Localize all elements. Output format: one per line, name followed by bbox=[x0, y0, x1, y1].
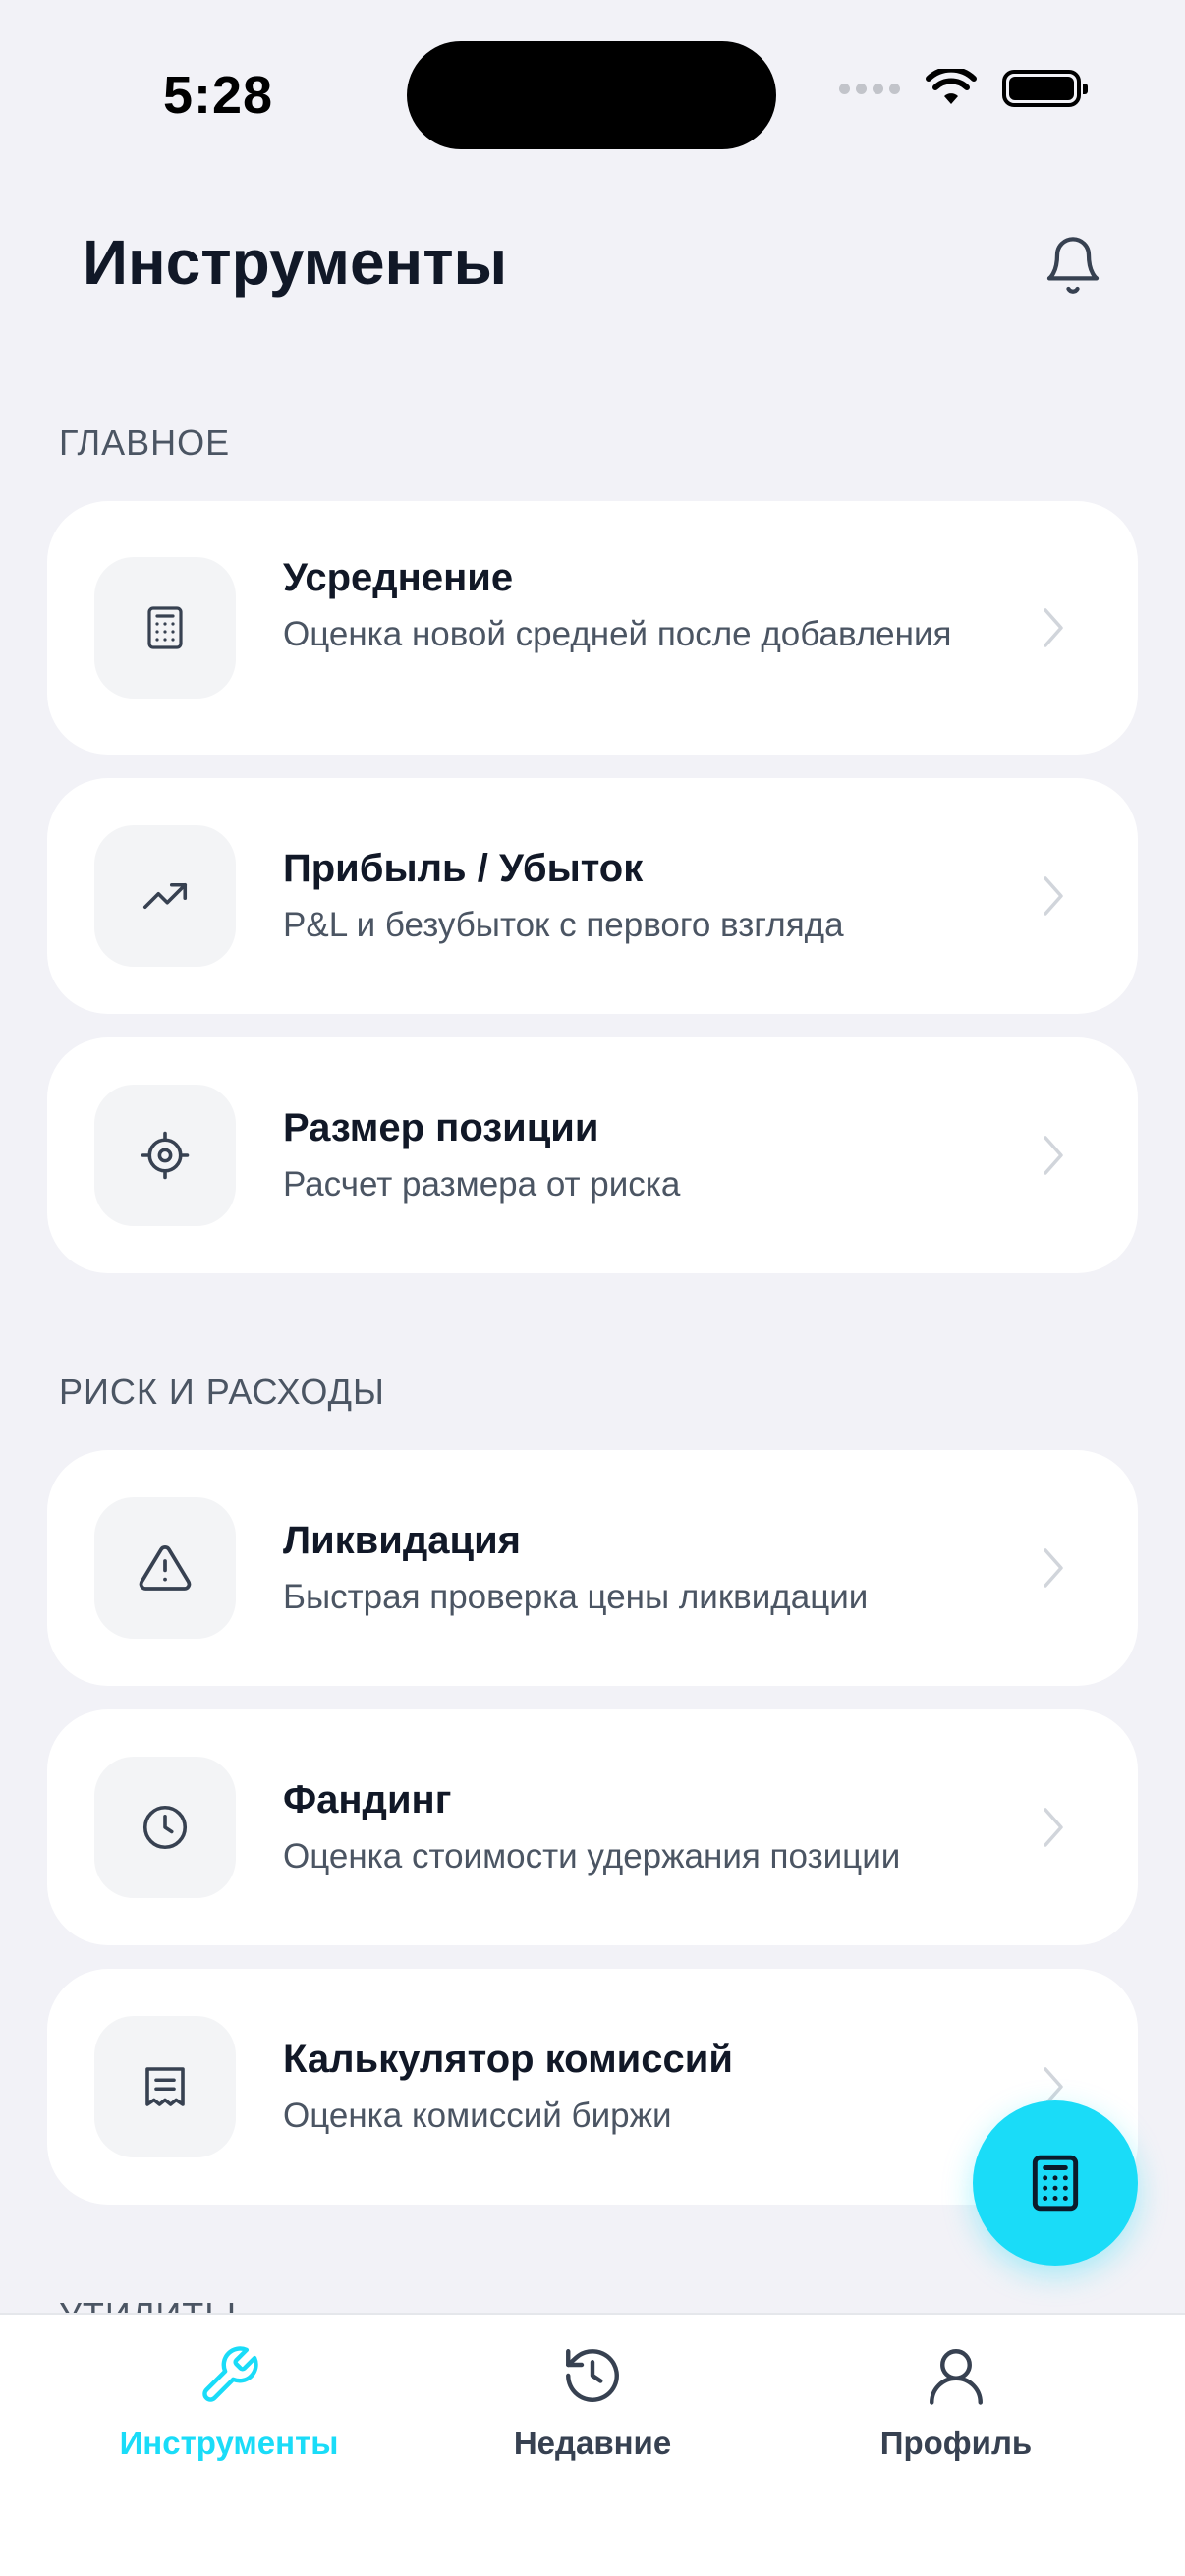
tab-profile[interactable]: Профиль bbox=[809, 2340, 1103, 2478]
clock-icon bbox=[94, 1757, 236, 1898]
warning-triangle-icon bbox=[94, 1497, 236, 1639]
history-icon bbox=[557, 2340, 628, 2411]
wrench-icon bbox=[194, 2340, 264, 2411]
notifications-button[interactable] bbox=[1038, 230, 1108, 301]
tools-screen: 5:28 Инструменты ГЛАВНОЕ Усреднение Оцен… bbox=[0, 0, 1185, 2576]
card-title: Ликвидация bbox=[283, 1519, 522, 1562]
card-title: Размер позиции bbox=[283, 1106, 599, 1149]
tool-card-position-size[interactable]: Размер позиции Расчет размера от риска bbox=[47, 1037, 1138, 1273]
card-title: Калькулятор комиссий bbox=[283, 2038, 733, 2081]
tab-tools[interactable]: Инструменты bbox=[82, 2340, 376, 2478]
chevron-right-icon bbox=[1034, 1131, 1073, 1180]
card-text: Ликвидация Быстрая проверка цены ликвида… bbox=[283, 1513, 1000, 1621]
section-label-risk: РИСК И РАСХОДЫ bbox=[59, 1372, 385, 1412]
calculator-fab-button[interactable] bbox=[973, 2100, 1138, 2266]
card-title: Фандинг bbox=[283, 1778, 452, 1821]
cellular-signal-icon bbox=[839, 83, 900, 94]
card-text: Калькулятор комиссий Оценка комиссий бир… bbox=[283, 2032, 1000, 2140]
tool-card-averaging[interactable]: Усреднение Оценка новой средней после до… bbox=[47, 501, 1138, 755]
section-label-main: ГЛАВНОЕ bbox=[59, 422, 231, 463]
card-description: Оценка комиссий биржи bbox=[283, 2097, 672, 2135]
wifi-icon bbox=[926, 69, 977, 104]
dynamic-island bbox=[407, 41, 776, 149]
card-text: Прибыль / Убыток P&L и безубыток с перво… bbox=[283, 841, 1000, 949]
card-title: Усреднение bbox=[283, 556, 514, 599]
chevron-right-icon bbox=[1034, 1543, 1073, 1593]
trending-up-icon bbox=[94, 825, 236, 967]
status-icons bbox=[839, 69, 1088, 108]
card-text: Усреднение Оценка новой средней после до… bbox=[283, 550, 1000, 658]
status-time: 5:28 bbox=[163, 66, 274, 125]
battery-icon bbox=[1002, 70, 1088, 107]
user-icon bbox=[921, 2340, 991, 2411]
bell-icon bbox=[1046, 237, 1100, 294]
card-description: Расчет размера от риска bbox=[283, 1165, 681, 1204]
tab-bar: Инструменты Недавние Профиль bbox=[0, 2313, 1185, 2576]
card-description: P&L и безубыток с первого взгляда bbox=[283, 906, 844, 944]
target-icon bbox=[94, 1085, 236, 1226]
tool-card-funding[interactable]: Фандинг Оценка стоимости удержания позиц… bbox=[47, 1709, 1138, 1945]
tab-label: Недавние bbox=[513, 2425, 672, 2461]
calculator-icon bbox=[94, 557, 236, 699]
page-title: Инструменты bbox=[83, 227, 508, 298]
card-description: Оценка стоимости удержания позиции bbox=[283, 1837, 901, 1876]
tool-card-pnl[interactable]: Прибыль / Убыток P&L и безубыток с перво… bbox=[47, 778, 1138, 1014]
card-description: Быстрая проверка цены ликвидации bbox=[283, 1578, 869, 1616]
card-text: Фандинг Оценка стоимости удержания позиц… bbox=[283, 1772, 1000, 1880]
chevron-right-icon bbox=[1034, 1803, 1073, 1852]
card-title: Прибыль / Убыток bbox=[283, 847, 644, 890]
chevron-right-icon bbox=[1034, 603, 1073, 652]
chevron-right-icon bbox=[1034, 871, 1073, 921]
tab-recent[interactable]: Недавние bbox=[445, 2340, 740, 2478]
tool-card-liquidation[interactable]: Ликвидация Быстрая проверка цены ликвида… bbox=[47, 1450, 1138, 1686]
calculator-icon bbox=[1032, 2155, 1079, 2212]
card-text: Размер позиции Расчет размера от риска bbox=[283, 1100, 1000, 1208]
tab-label: Инструменты bbox=[119, 2425, 339, 2461]
tab-label: Профиль bbox=[879, 2425, 1033, 2461]
card-description: Оценка новой средней после добавления bbox=[283, 615, 952, 653]
receipt-icon bbox=[94, 2016, 236, 2157]
